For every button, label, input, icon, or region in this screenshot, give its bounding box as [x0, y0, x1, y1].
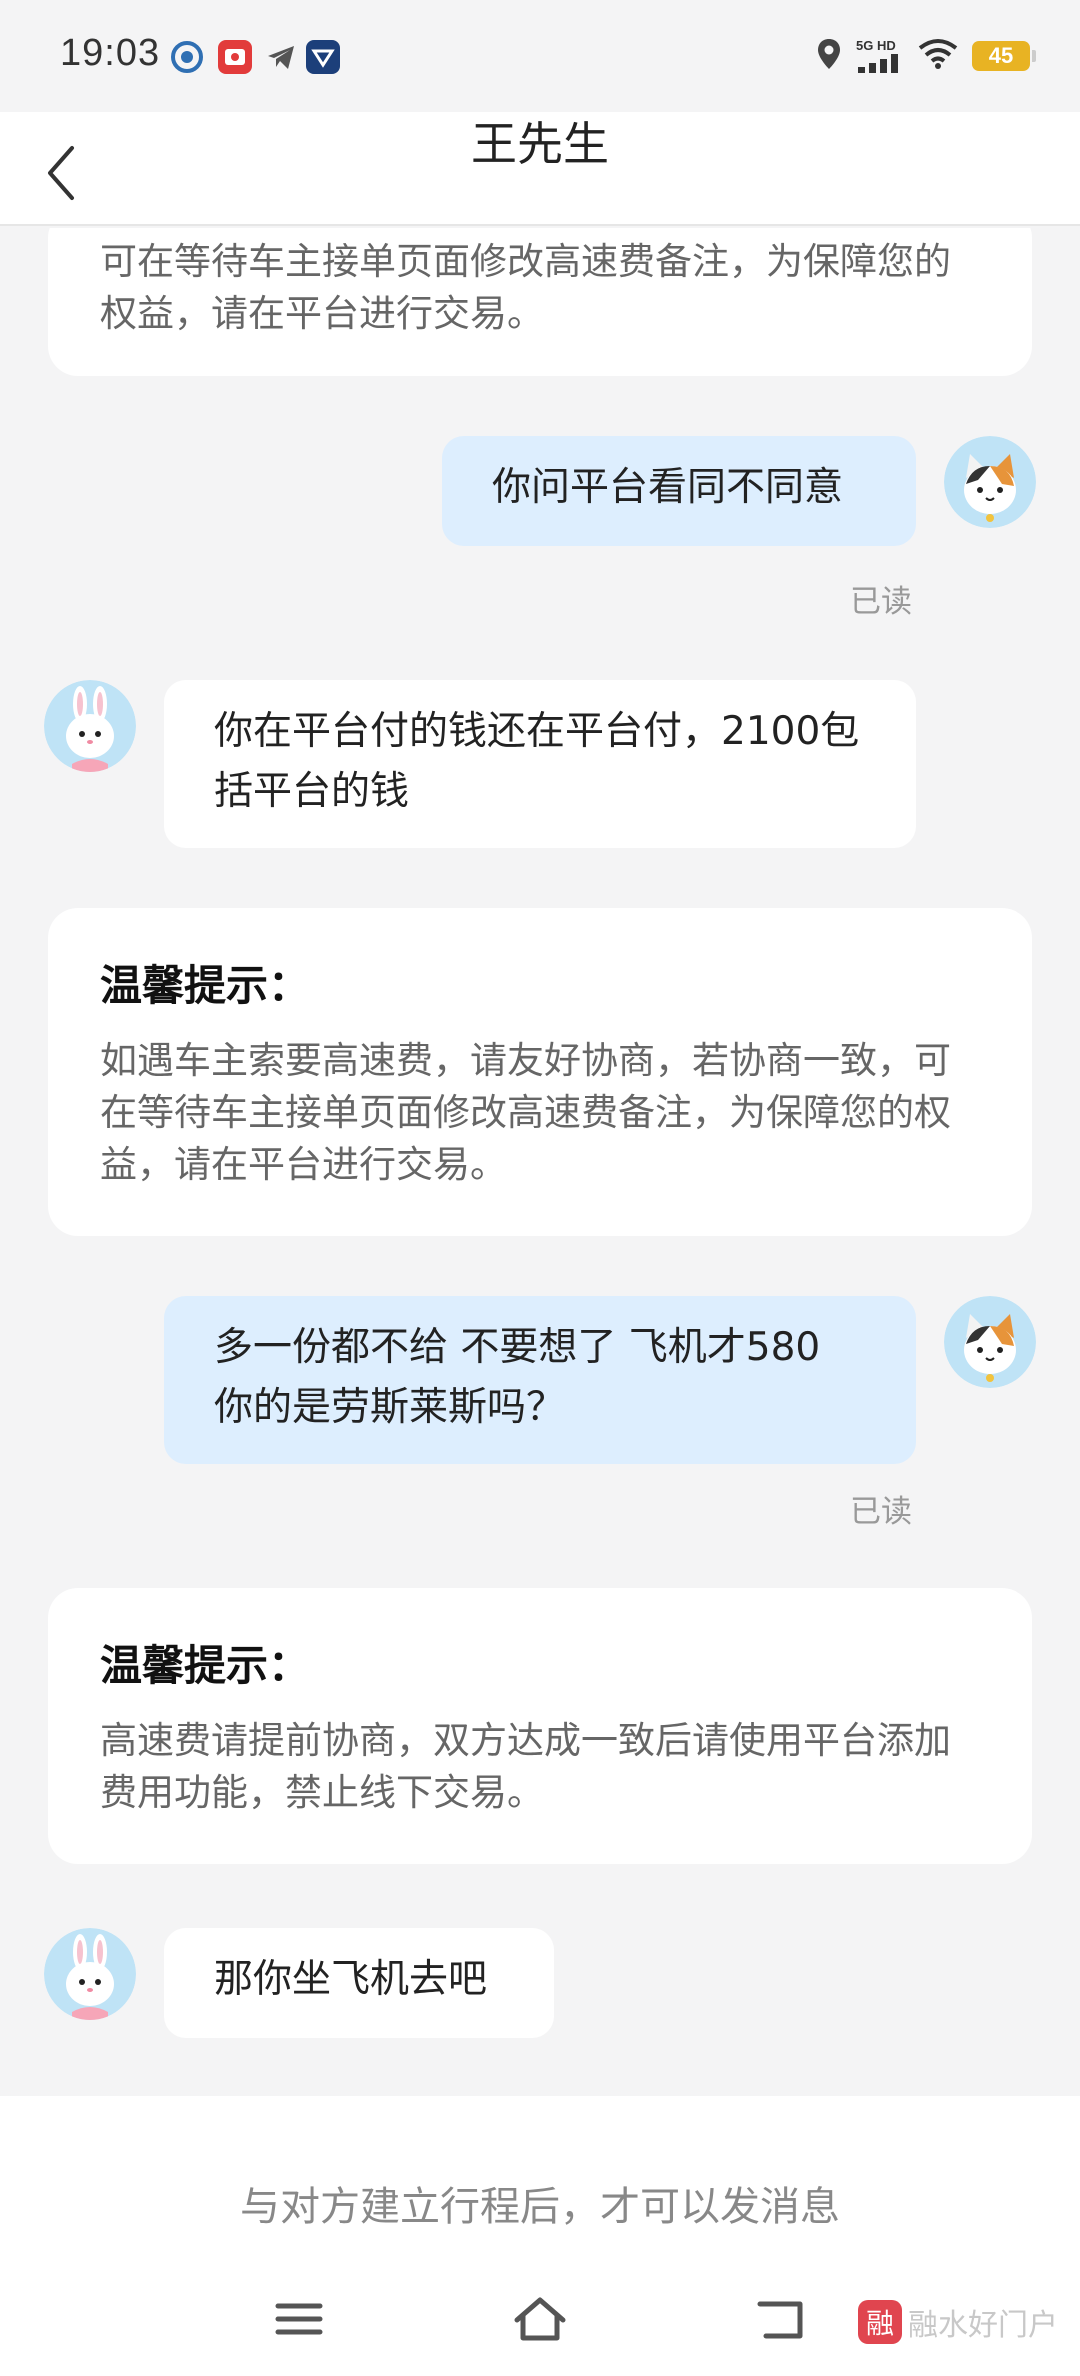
network-label: 5G HD — [856, 38, 896, 53]
chat-header: 王先生 — [0, 112, 1080, 226]
message-bubble-outgoing[interactable]: 多一份都不给 不要想了 飞机才580 你的是劳斯莱斯吗？ — [164, 1296, 916, 1464]
status-bar: 19:03 5G HD 45 — [0, 0, 1080, 112]
back-icon — [757, 2301, 803, 2339]
cat-avatar-icon — [944, 1296, 1036, 1388]
input-disabled-hint: 与对方建立行程后，才可以发消息 — [240, 2184, 840, 2230]
blue-app-icon — [306, 40, 340, 74]
menu-icon — [275, 2303, 323, 2335]
cat-avatar-icon — [944, 436, 1036, 528]
battery-icon: 45 — [972, 41, 1036, 71]
shield-app-icon — [170, 40, 204, 74]
status-time: 19:03 — [60, 32, 161, 74]
message-bubble-outgoing[interactable]: 你问平台看同不同意 — [442, 436, 916, 546]
notice-card: 温馨提示： 如遇车主索要高速费，请友好协商，若协商一致，可在等待车主接单页面修改… — [48, 908, 1032, 1236]
wifi-icon — [918, 38, 958, 74]
watermark-text: 融水好门户 — [908, 2308, 1058, 2343]
notice-card: 温馨提示： 高速费请提前协商，双方达成一致后请使用平台添加费用功能，禁止线下交易… — [48, 1588, 1032, 1864]
contact-avatar[interactable] — [44, 680, 136, 772]
notice-body: 高速费请提前协商，双方达成一致后请使用平台添加费用功能，禁止线下交易。 — [100, 1719, 951, 1814]
signal-icon: 5G HD — [856, 39, 904, 73]
read-receipt: 已读 — [850, 584, 912, 620]
self-avatar[interactable] — [944, 1296, 1036, 1388]
contact-avatar[interactable] — [44, 1928, 136, 2020]
watermark-logo: 融 — [858, 2300, 902, 2344]
home-icon — [514, 2297, 566, 2341]
read-receipt: 已读 — [850, 1494, 912, 1530]
chat-list[interactable]: 可在等待车主接单页面修改高速费备注，为保障您的权益，请在平台进行交易。 你问平台… — [0, 228, 1080, 2096]
notice-body: 如遇车主索要高速费，请友好协商，若协商一致，可在等待车主接单页面修改高速费备注，… — [100, 1039, 951, 1186]
rabbit-avatar-icon — [44, 680, 136, 772]
message-bubble-incoming[interactable]: 那你坐飞机去吧 — [164, 1928, 554, 2038]
notice-title: 温馨提示： — [100, 1641, 311, 1690]
self-avatar[interactable] — [944, 436, 1036, 528]
red-app-icon — [218, 40, 252, 74]
location-icon — [816, 37, 842, 75]
notice-body: 可在等待车主接单页面修改高速费备注，为保障您的权益，请在平台进行交易。 — [100, 240, 951, 335]
watermark: 融 融水好门户 — [858, 2300, 1058, 2344]
status-right: 5G HD 45 — [816, 34, 1036, 78]
telegram-icon — [264, 40, 298, 74]
nav-home-button[interactable] — [505, 2284, 575, 2354]
page-title: 王先生 — [471, 117, 609, 171]
nav-menu-button[interactable] — [264, 2284, 334, 2354]
rabbit-avatar-icon — [44, 1928, 136, 2020]
message-bubble-incoming[interactable]: 你在平台付的钱还在平台付，2100包括平台的钱 — [164, 680, 916, 848]
nav-back-button[interactable] — [746, 2284, 816, 2354]
notice-card-top: 可在等待车主接单页面修改高速费备注，为保障您的权益，请在平台进行交易。 — [48, 228, 1032, 376]
notice-title: 温馨提示： — [100, 961, 311, 1010]
